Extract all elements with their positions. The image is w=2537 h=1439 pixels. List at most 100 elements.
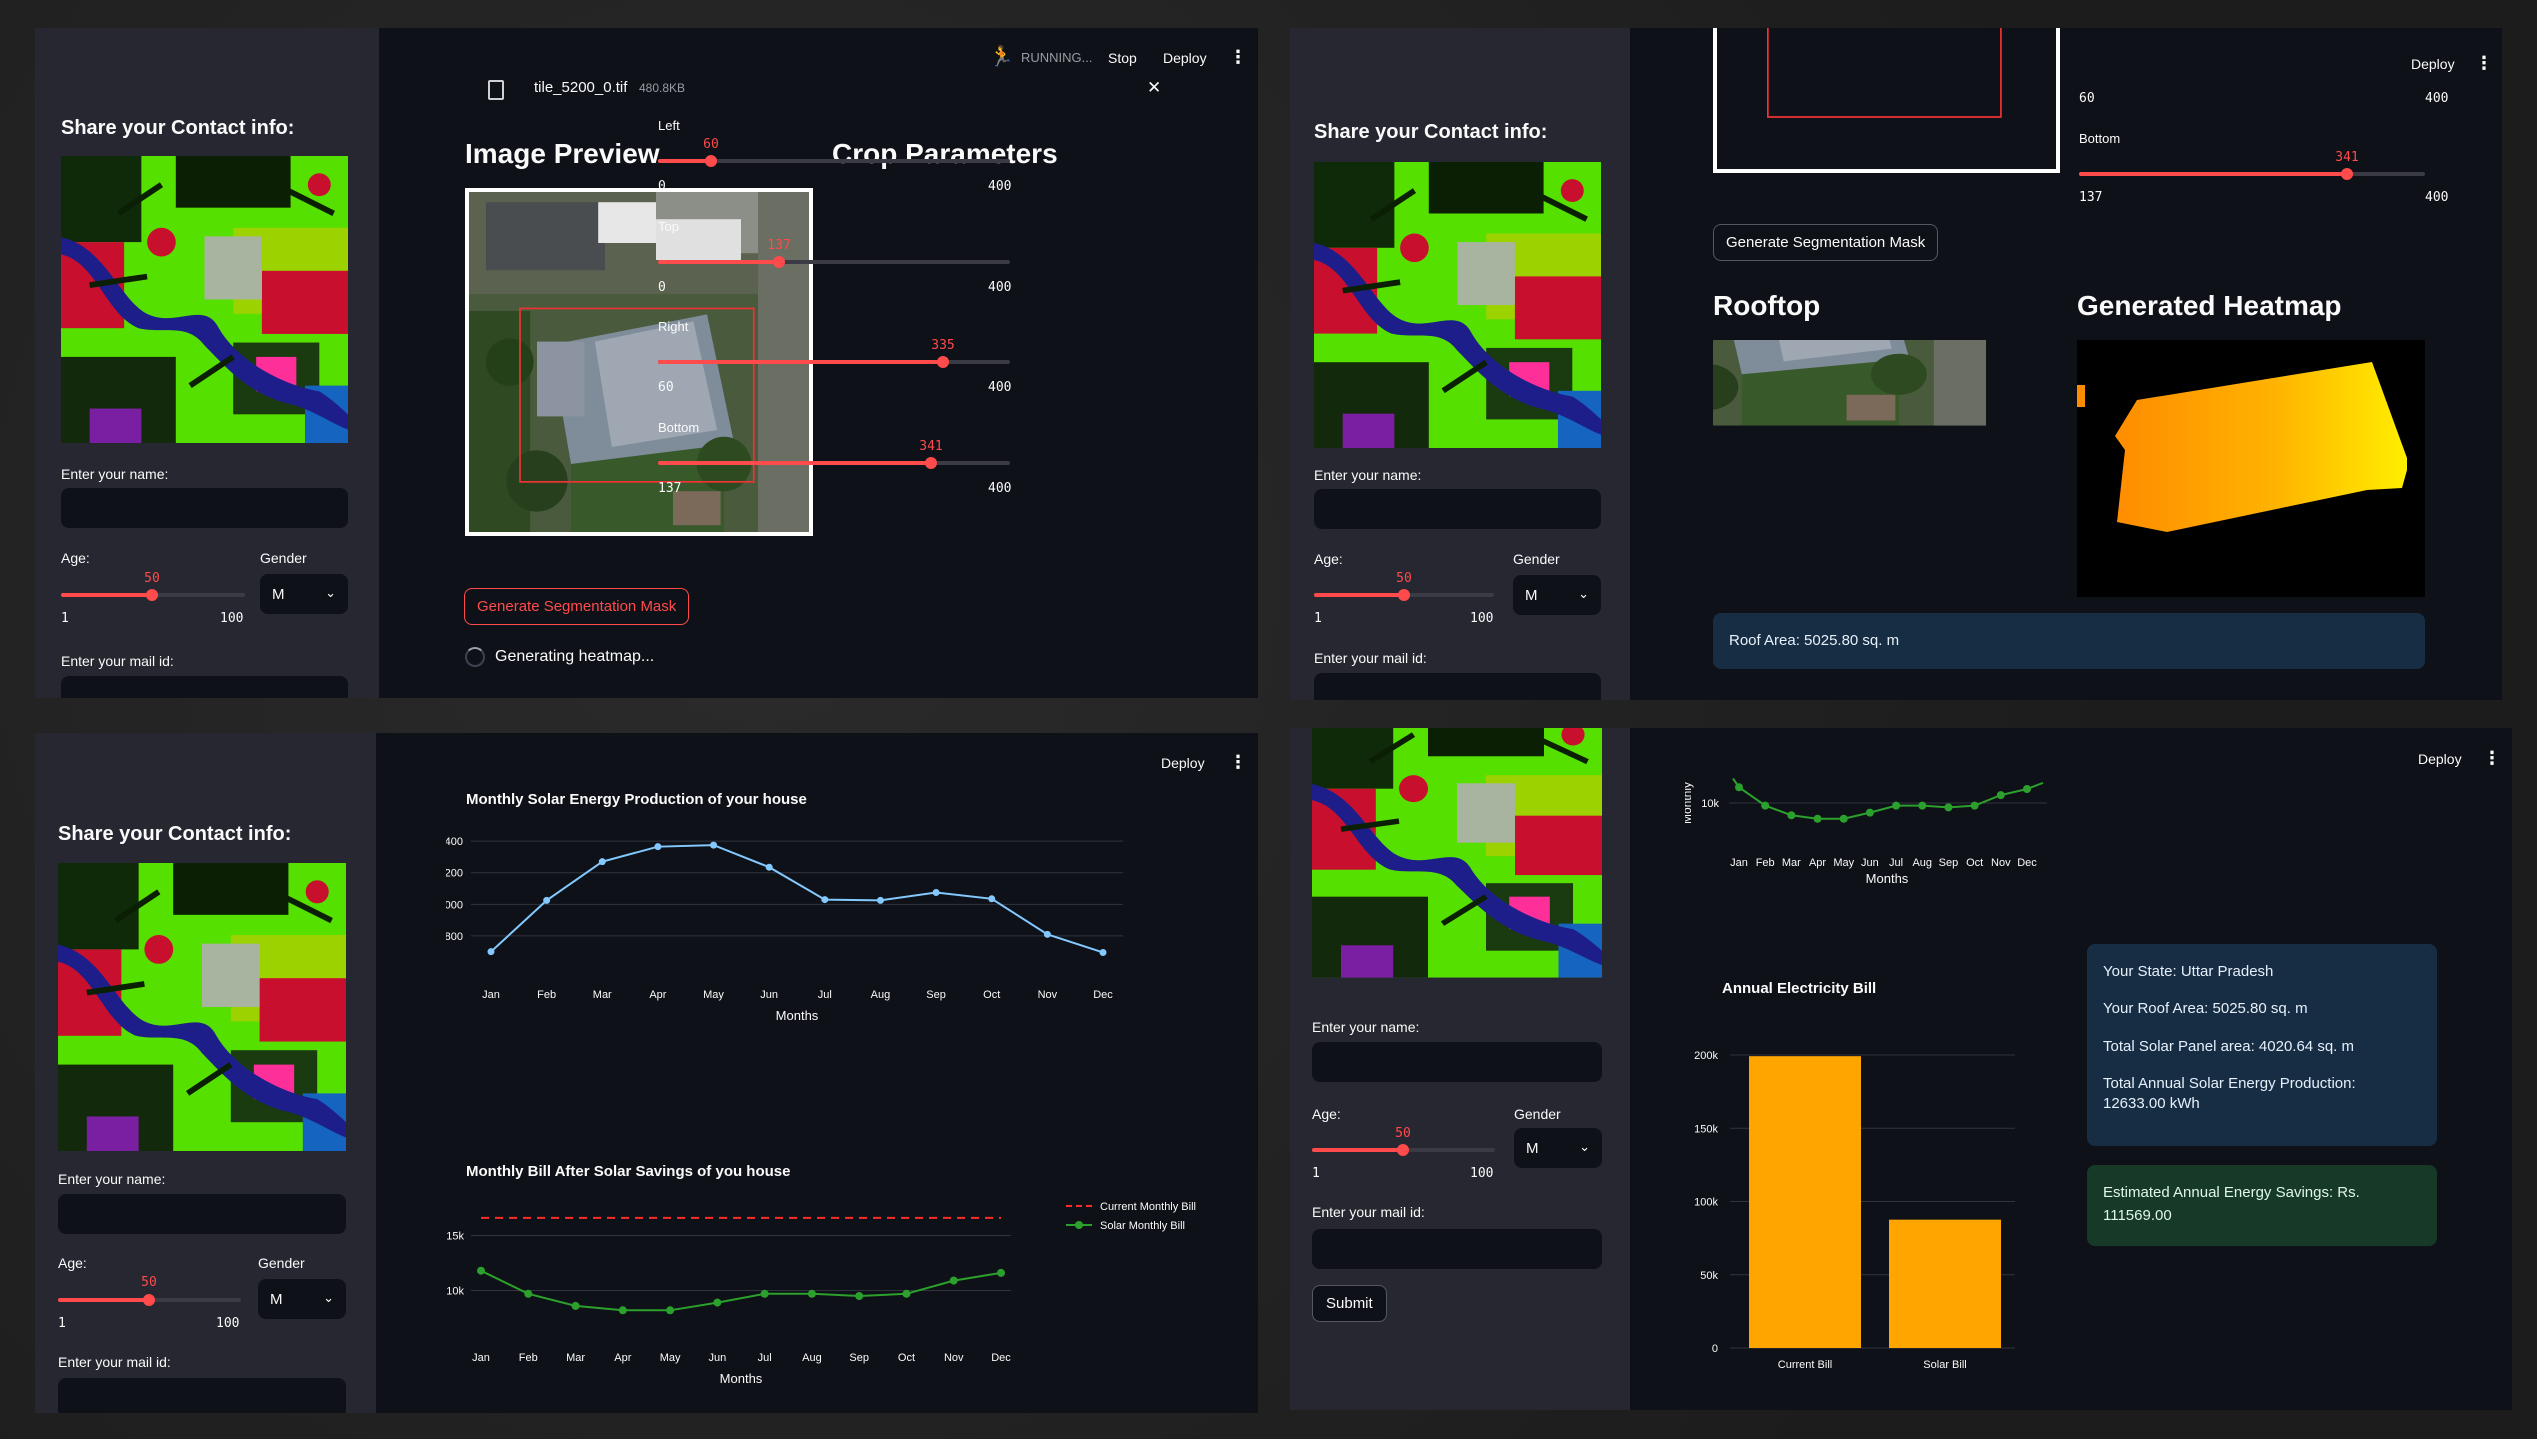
data-point — [1996, 791, 2005, 800]
file-name: tile_5200_0.tif — [534, 79, 628, 96]
right-slider-label: Right — [658, 319, 689, 334]
gender-value: M — [272, 586, 285, 603]
gender-select[interactable]: M ⌄ — [260, 574, 348, 614]
name-input[interactable] — [61, 488, 348, 528]
menu-icon[interactable]: ⋮ — [1229, 753, 1247, 771]
menu-icon[interactable]: ⋮ — [1229, 48, 1247, 66]
mail-label: Enter your mail id: — [1312, 1204, 1425, 1220]
sidebar: Share your Contact info: Enter your name… — [35, 28, 379, 698]
data-point — [932, 888, 940, 896]
x-tick-label: Jan — [1730, 857, 1748, 869]
chevron-down-icon: ⌄ — [1579, 1139, 1590, 1154]
data-point — [1813, 814, 1822, 823]
spinner-text: Generating heatmap... — [495, 648, 655, 665]
generate-segmentation-button[interactable]: Generate Segmentation Mask — [1713, 224, 1939, 261]
bottom-slider-label: Bottom — [2079, 131, 2121, 146]
age-slider[interactable] — [61, 589, 245, 601]
data-point — [1944, 803, 1953, 812]
mail-input[interactable] — [1312, 1229, 1602, 1269]
left-slider[interactable] — [658, 155, 1010, 167]
age-slider[interactable] — [1312, 1144, 1495, 1156]
chevron-down-icon: ⌄ — [323, 1290, 334, 1305]
age-slider[interactable] — [58, 1294, 241, 1306]
bottom-slider-value: 341 — [2335, 150, 2359, 165]
close-icon[interactable]: ✕ — [1147, 78, 1161, 98]
top-slider-label: Top — [658, 219, 679, 234]
name-input[interactable] — [58, 1194, 346, 1234]
gender-select[interactable]: M ⌄ — [1514, 1128, 1602, 1168]
cropped-image-preview — [1713, 28, 2060, 173]
name-input[interactable] — [1312, 1042, 1602, 1082]
data-point — [855, 1292, 864, 1300]
monthly-bill-chart-partial: 10k Monthly Jan Feb Mar Apr May Jun Jul Aug Sep Oct… — [1685, 777, 2047, 883]
y-axis-label: Electric Bill — [1685, 1174, 1688, 1233]
age-slider[interactable] — [1314, 589, 1494, 601]
data-point — [1892, 801, 1901, 810]
left-slider-min: 0 — [658, 179, 666, 194]
age-min: 1 — [1312, 1166, 1320, 1181]
mail-input[interactable] — [58, 1378, 346, 1413]
name-input[interactable] — [1314, 489, 1601, 529]
age-value: 50 — [141, 1275, 157, 1290]
data-point — [1043, 930, 1051, 938]
gender-value: M — [1525, 587, 1538, 604]
y-tick-label: 10k — [446, 1286, 464, 1298]
top-slider-min: 0 — [658, 280, 666, 295]
age-label: Age: — [1314, 551, 1343, 567]
x-tick-label: Sep — [849, 1352, 869, 1364]
x-axis-label: Months — [776, 1008, 819, 1023]
y-tick-label: 200k — [1694, 1050, 1718, 1062]
data-point — [571, 1301, 580, 1310]
mail-input[interactable] — [61, 676, 348, 698]
gender-select[interactable]: M ⌄ — [1513, 575, 1601, 615]
right-slider-max: 400 — [988, 380, 1012, 395]
stop-button[interactable]: Stop — [1108, 50, 1137, 66]
gender-select[interactable]: M ⌄ — [258, 1279, 346, 1319]
data-point — [997, 1268, 1005, 1277]
data-point — [487, 948, 495, 956]
data-point — [760, 1289, 769, 1298]
energy-production-chart: 800100012001400Energy Production (kWh)Ja… — [446, 836, 1123, 1023]
data-point — [807, 1289, 816, 1298]
age-label: Age: — [61, 550, 90, 566]
data-point — [2023, 785, 2031, 793]
deploy-button[interactable]: Deploy — [1161, 755, 1205, 771]
panel-energy-charts: Share your Contact info: Enter your name… — [35, 733, 1258, 1413]
top-slider-value: 137 — [767, 238, 791, 253]
top-slider[interactable] — [658, 256, 1010, 268]
age-value: 50 — [1396, 571, 1412, 586]
x-tick-label: Feb — [1756, 857, 1775, 869]
x-tick-label: Jul — [758, 1352, 772, 1364]
submit-button[interactable]: Submit — [1312, 1285, 1387, 1322]
segmentation-map-image — [1312, 728, 1602, 998]
bottom-slider-max: 400 — [988, 481, 1012, 496]
right-slider-max: 400 — [2425, 91, 2449, 106]
menu-icon[interactable]: ⋮ — [2475, 54, 2493, 72]
generate-segmentation-button[interactable]: Generate Segmentation Mask — [464, 588, 690, 625]
bottom-slider[interactable] — [2079, 168, 2425, 180]
mail-label: Enter your mail id: — [61, 653, 174, 669]
chevron-down-icon: ⌄ — [1578, 586, 1589, 601]
mail-input[interactable] — [1314, 673, 1601, 700]
gender-label: Gender — [258, 1255, 305, 1271]
right-slider[interactable] — [658, 356, 1010, 368]
panel-heatmap: Share your Contact info: Enter your name… — [1290, 28, 2502, 700]
data-point — [902, 1289, 911, 1298]
heatmap-image — [2077, 340, 2425, 597]
menu-icon[interactable]: ⋮ — [2483, 749, 2501, 767]
x-tick-label: Feb — [537, 989, 556, 1001]
data-point — [988, 895, 996, 903]
chevron-down-icon: ⌄ — [325, 585, 336, 600]
deploy-button[interactable]: Deploy — [1163, 50, 1207, 66]
deploy-button[interactable]: Deploy — [2411, 56, 2455, 72]
contact-title: Share your Contact info: — [58, 823, 292, 845]
age-value: 50 — [1395, 1126, 1411, 1141]
deploy-button[interactable]: Deploy — [2418, 751, 2462, 767]
gender-label: Gender — [1513, 551, 1560, 567]
bottom-slider[interactable] — [658, 457, 1010, 469]
image-preview-title: Image Preview — [465, 138, 660, 169]
x-tick-label: May — [1833, 857, 1854, 869]
x-tick-label: Current Bill — [1778, 1359, 1832, 1371]
data-point — [713, 1298, 722, 1307]
data-point — [949, 1276, 958, 1285]
